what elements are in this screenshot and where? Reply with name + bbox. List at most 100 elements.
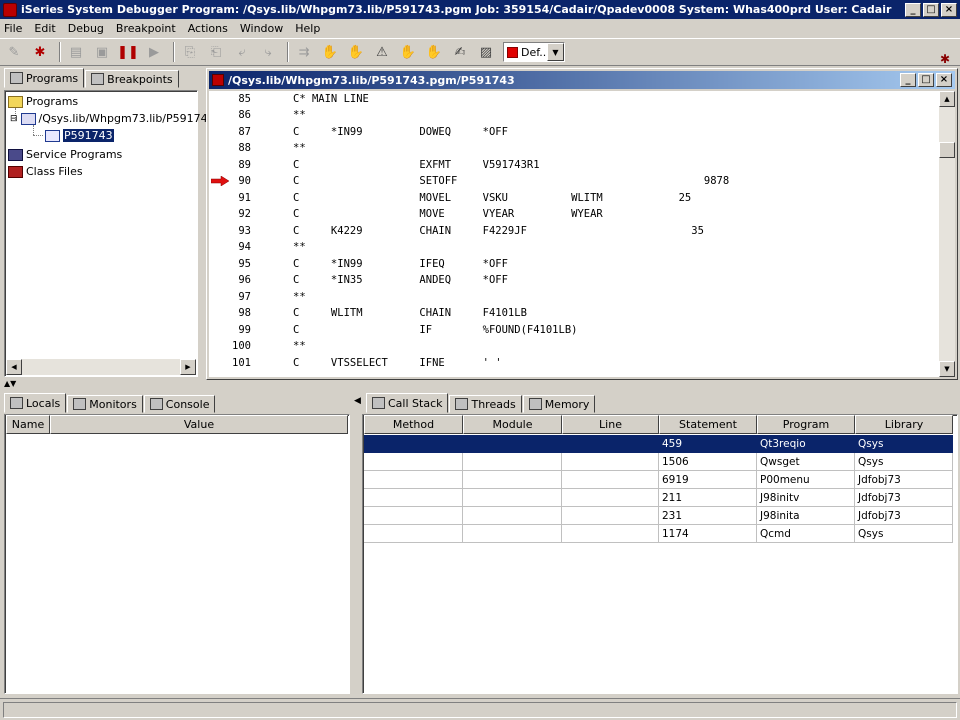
column-header-module[interactable]: Module bbox=[463, 415, 562, 434]
notes-hand-icon[interactable]: ✍ bbox=[449, 41, 471, 63]
cell-program: J98initv bbox=[757, 489, 855, 507]
monitors-tab-icon bbox=[73, 398, 87, 410]
locals-grid[interactable]: Name Value bbox=[4, 414, 350, 694]
source-line[interactable]: 88 ** bbox=[209, 140, 939, 156]
source-line[interactable]: 96 C *IN35 ANDEQ *OFF bbox=[209, 272, 939, 288]
tree-item-program[interactable]: P591743 bbox=[45, 129, 114, 142]
cell-statement: 1174 bbox=[659, 525, 757, 543]
tab-monitors[interactable]: Monitors bbox=[67, 395, 143, 413]
highlight-combo[interactable]: Def... ▼ bbox=[503, 42, 565, 62]
call-stack-grid[interactable]: Method Module Line Statement Program Lib… bbox=[362, 414, 958, 694]
tree-item-library[interactable]: ⊟ /Qsys.lib/Whpgm73.lib/P591743.p bbox=[10, 112, 225, 125]
watch-hand-icon[interactable]: ✋ bbox=[423, 41, 445, 63]
line-code: ** bbox=[293, 142, 306, 154]
warning-hand-icon[interactable]: ⚠ bbox=[371, 41, 393, 63]
line-number: 95 bbox=[238, 258, 251, 270]
column-header-method[interactable]: Method bbox=[364, 415, 463, 434]
collapse-icon[interactable]: ⊟ bbox=[10, 114, 18, 124]
source-line[interactable]: 89 C EXFMT V591743R1 bbox=[209, 157, 939, 173]
column-header-program[interactable]: Program bbox=[757, 415, 855, 434]
program-tree[interactable]: Programs ⊟ /Qsys.lib/Whpgm73.lib/P591743… bbox=[4, 90, 225, 377]
source-line[interactable]: 98 C WLITM CHAIN F4101LB bbox=[209, 305, 939, 321]
tab-console[interactable]: Console bbox=[143, 395, 216, 413]
menu-file[interactable]: File bbox=[4, 22, 22, 35]
scroll-down-icon[interactable]: ▼ bbox=[939, 361, 955, 377]
tab-locals[interactable]: Locals bbox=[4, 393, 67, 413]
step-skip-icon[interactable]: ⤷ bbox=[257, 41, 279, 63]
menu-debug[interactable]: Debug bbox=[68, 22, 104, 35]
column-header-name[interactable]: Name bbox=[6, 415, 50, 434]
pause-icon[interactable]: ❚❚ bbox=[117, 41, 139, 63]
source-restore-button[interactable]: □ bbox=[918, 73, 934, 87]
source-line[interactable]: 97 ** bbox=[209, 289, 939, 305]
source-line[interactable]: 85 C* MAIN LINE bbox=[209, 91, 939, 107]
scroll-right-icon[interactable]: ▶ bbox=[180, 359, 196, 375]
image-icon[interactable]: ▨ bbox=[475, 41, 497, 63]
source-line[interactable]: 100 ** bbox=[209, 338, 939, 354]
open-icon[interactable]: ▤ bbox=[65, 41, 87, 63]
source-line[interactable]: 91 C MOVEL VSKU WLITM 25 bbox=[209, 190, 939, 206]
tree-item-service-programs[interactable]: Service Programs bbox=[8, 148, 122, 161]
tab-threads[interactable]: Threads bbox=[449, 395, 522, 413]
maximize-button[interactable]: □ bbox=[923, 2, 939, 17]
menu-edit[interactable]: Edit bbox=[34, 22, 55, 35]
cell-library: Qsys bbox=[855, 435, 953, 453]
breakpoint-hand-icon[interactable]: ✋ bbox=[397, 41, 419, 63]
close-program-icon[interactable]: ▣ bbox=[91, 41, 113, 63]
minimize-button[interactable]: _ bbox=[905, 2, 921, 17]
menu-help[interactable]: Help bbox=[295, 22, 320, 35]
resume-icon[interactable]: ▶ bbox=[143, 41, 165, 63]
tab-breakpoints[interactable]: Breakpoints bbox=[85, 70, 179, 88]
source-code-view[interactable]: 85 C* MAIN LINE 86 ** 87 C *IN99 DOWEQ *OFF… bbox=[209, 91, 939, 377]
menu-breakpoint[interactable]: Breakpoint bbox=[116, 22, 176, 35]
scroll-track[interactable] bbox=[22, 359, 180, 375]
scroll-track[interactable] bbox=[939, 107, 955, 142]
memory-tab-icon bbox=[528, 398, 542, 410]
source-line[interactable]: 101 C VTSSELECT IFNE ' ' bbox=[209, 355, 939, 371]
source-line[interactable]: 94 ** bbox=[209, 239, 939, 255]
source-close-button[interactable]: × bbox=[936, 73, 952, 87]
menu-actions[interactable]: Actions bbox=[188, 22, 228, 35]
column-header-value[interactable]: Value bbox=[50, 415, 348, 434]
menu-window[interactable]: Window bbox=[240, 22, 283, 35]
column-header-statement[interactable]: Statement bbox=[659, 415, 757, 434]
step-return-icon[interactable]: ⤶ bbox=[231, 41, 253, 63]
source-line[interactable]: 86 ** bbox=[209, 107, 939, 123]
run-to-cursor-icon[interactable]: ⇉ bbox=[293, 41, 315, 63]
splitter-arrows-icon[interactable]: ▲▼ bbox=[4, 380, 16, 388]
scroll-track[interactable] bbox=[939, 158, 955, 361]
current-source-line[interactable]: 90 C SETOFF 9878 bbox=[209, 173, 939, 189]
tree-item-programs[interactable]: Programs bbox=[8, 95, 78, 108]
line-code: C *IN35 ANDEQ *OFF bbox=[293, 274, 508, 286]
scroll-up-icon[interactable]: ▲ bbox=[939, 91, 955, 107]
source-line[interactable]: 87 C *IN99 DOWEQ *OFF bbox=[209, 124, 939, 140]
tab-programs[interactable]: Programs bbox=[4, 68, 85, 88]
source-line[interactable]: 95 C *IN99 IFEQ *OFF bbox=[209, 256, 939, 272]
debug-bug-icon[interactable]: ✱ bbox=[29, 41, 51, 63]
line-code: ** bbox=[293, 291, 306, 303]
step-into-icon[interactable]: ⎗ bbox=[205, 41, 227, 63]
tab-call-stack[interactable]: Call Stack bbox=[366, 393, 449, 413]
tab-memory[interactable]: Memory bbox=[522, 395, 596, 413]
tree-horizontal-scrollbar[interactable]: ◀ ▶ bbox=[6, 359, 196, 375]
splitter-left-arrow-icon[interactable]: ◀ bbox=[354, 396, 361, 406]
source-vertical-scrollbar[interactable]: ▲ ▼ bbox=[939, 91, 955, 377]
scroll-thumb[interactable] bbox=[939, 142, 955, 158]
close-button[interactable]: × bbox=[941, 2, 957, 17]
status-bug-icon: ✱ bbox=[939, 52, 950, 66]
cell-program: J98inita bbox=[757, 507, 855, 525]
scroll-left-icon[interactable]: ◀ bbox=[6, 359, 22, 375]
tree-item-class-files[interactable]: Class Files bbox=[8, 165, 83, 178]
run-to-icon[interactable]: ✎ bbox=[3, 41, 25, 63]
source-minimize-button[interactable]: _ bbox=[900, 73, 916, 87]
source-line[interactable]: 99 C IF %FOUND(F4101LB) bbox=[209, 322, 939, 338]
column-header-line[interactable]: Line bbox=[562, 415, 659, 434]
hand-icon[interactable]: ✋ bbox=[319, 41, 341, 63]
tab-threads-label: Threads bbox=[471, 397, 516, 411]
stop-hand-icon[interactable]: ✋ bbox=[345, 41, 367, 63]
step-over-icon[interactable]: ⎘ bbox=[179, 41, 201, 63]
column-header-library[interactable]: Library bbox=[855, 415, 953, 434]
source-line[interactable]: 93 C K4229 CHAIN F4229JF 35 bbox=[209, 223, 939, 239]
chevron-down-icon[interactable]: ▼ bbox=[547, 43, 564, 61]
source-line[interactable]: 92 C MOVE VYEAR WYEAR bbox=[209, 206, 939, 222]
